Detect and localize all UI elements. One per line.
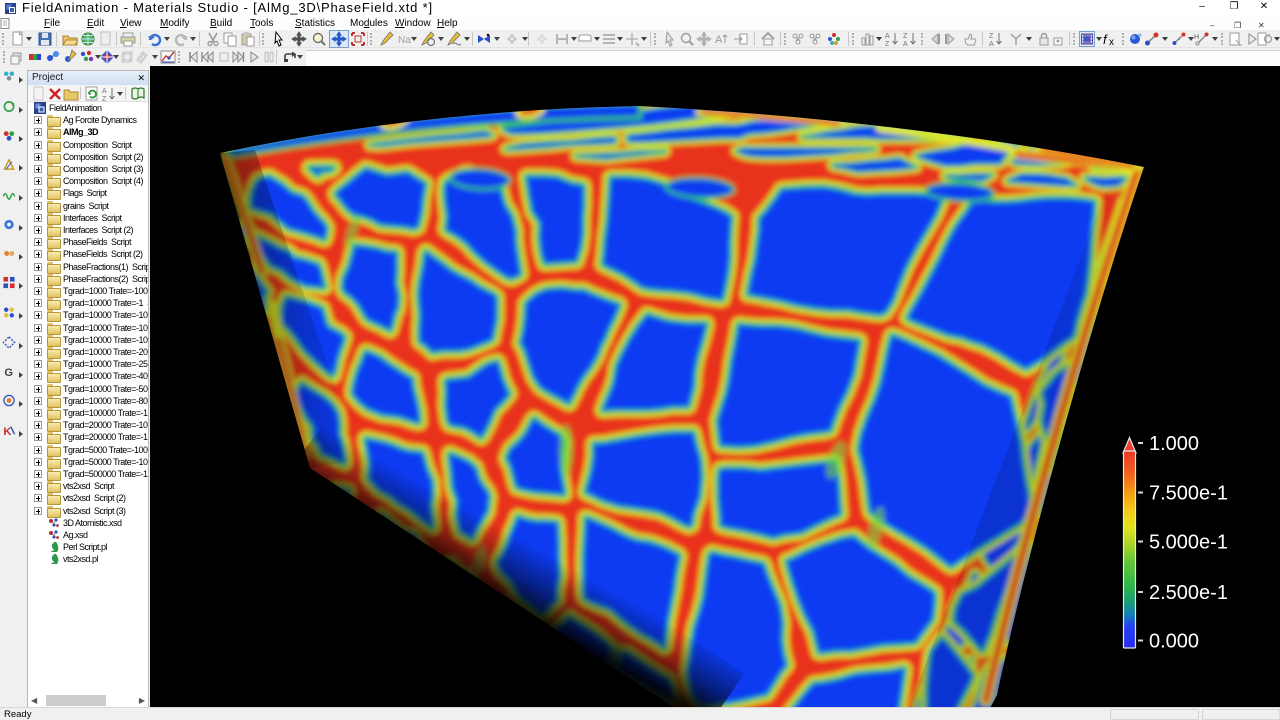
- svg-text:5.000e-1: 5.000e-1: [1149, 532, 1228, 554]
- svg-text:A: A: [903, 41, 908, 47]
- svg-text:7.500e-1: 7.500e-1: [1149, 483, 1228, 505]
- svg-text:x: x: [1109, 37, 1114, 47]
- svg-text:A: A: [885, 33, 890, 40]
- svg-text:1.000: 1.000: [1149, 433, 1199, 455]
- svg-text:A: A: [102, 88, 107, 95]
- svg-text:Z: Z: [885, 41, 890, 47]
- svg-text:Z: Z: [903, 33, 908, 40]
- svg-text:0.000: 0.000: [1149, 631, 1199, 653]
- svg-text:A: A: [715, 34, 723, 46]
- svg-text:Na: Na: [398, 35, 411, 46]
- svg-text:f: f: [1103, 32, 1108, 47]
- svg-text:2.500e-1: 2.500e-1: [1149, 582, 1228, 604]
- svg-text:A: A: [989, 41, 994, 47]
- svg-text:H: H: [1194, 34, 1199, 41]
- svg-text:Z: Z: [989, 33, 994, 40]
- svg-text:G: G: [4, 367, 13, 378]
- svg-text:K: K: [3, 426, 11, 437]
